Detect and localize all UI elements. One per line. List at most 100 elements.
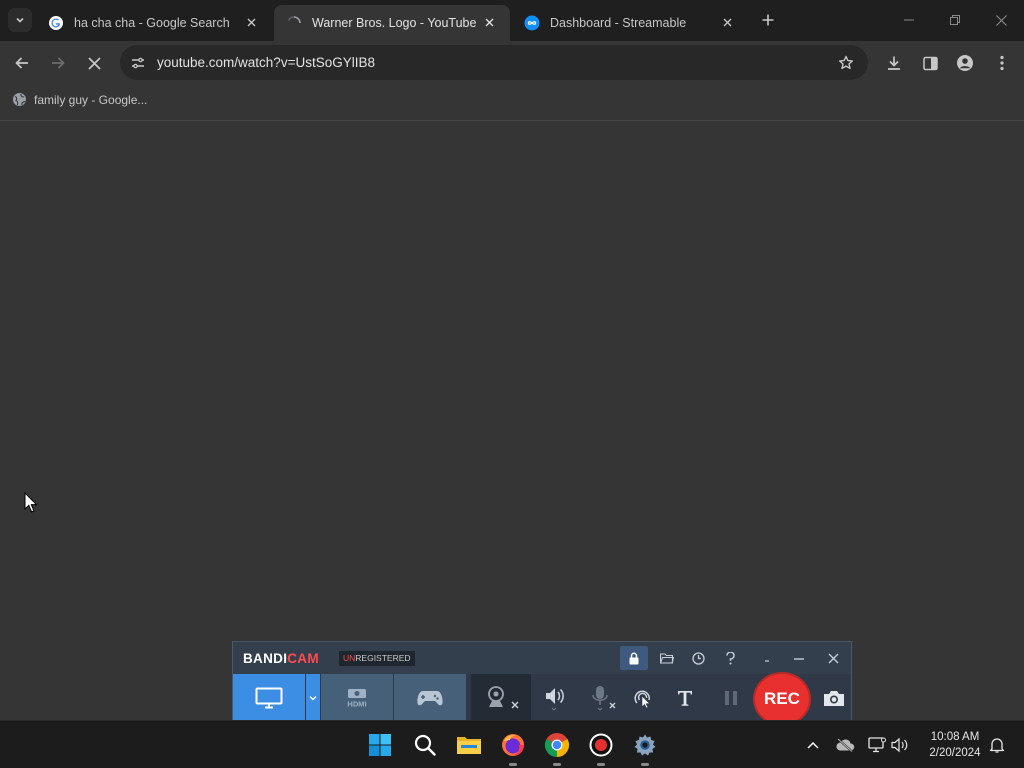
- tab-google-search[interactable]: ha cha cha - Google Search: [40, 5, 272, 41]
- page-content-area: [0, 122, 1024, 720]
- tab-streamable[interactable]: Dashboard - Streamable: [512, 5, 748, 41]
- network-tray-button[interactable]: [865, 733, 889, 757]
- taskbar-settings[interactable]: [629, 729, 661, 766]
- more-vertical-icon: [1000, 55, 1004, 71]
- bandicam-minimize-button[interactable]: [785, 646, 813, 670]
- download-icon: [888, 56, 900, 70]
- text-overlay-button[interactable]: [669, 674, 701, 721]
- taskbar-bandicam[interactable]: [585, 729, 617, 766]
- address-bar[interactable]: youtube.com/watch?v=UstSoGYlIB8: [120, 45, 868, 80]
- open-folder-button[interactable]: [653, 646, 681, 670]
- bookmark-star-icon[interactable]: [836, 53, 856, 73]
- minimize-icon: [794, 658, 804, 660]
- profile-icon: [957, 55, 973, 71]
- taskbar-firefox[interactable]: [497, 729, 529, 766]
- record-button[interactable]: REC: [753, 672, 811, 726]
- site-info-icon[interactable]: [129, 54, 147, 72]
- bandicam-logo: BANDICAM: [243, 651, 319, 666]
- taskbar-search-button[interactable]: [409, 729, 441, 761]
- close-icon: [247, 18, 255, 26]
- windows-taskbar: 10:08 AM 2/20/2024: [0, 720, 1024, 768]
- side-panel-button[interactable]: [916, 49, 944, 77]
- close-icon: [87, 56, 101, 70]
- bookmark-item[interactable]: family guy - Google...: [12, 92, 147, 107]
- bookmarks-bar: family guy - Google...: [0, 85, 1024, 121]
- taskbar-file-explorer[interactable]: [453, 729, 485, 761]
- firefox-icon: [502, 734, 524, 756]
- new-tab-button[interactable]: [757, 9, 779, 31]
- bandicam-title-bar[interactable]: BANDICAM UNREGISTERED: [233, 642, 851, 674]
- game-record-mode-button[interactable]: [394, 674, 466, 721]
- navigation-toolbar: youtube.com/watch?v=UstSoGYlIB8: [0, 41, 1024, 85]
- dash-small-icon: [765, 660, 769, 662]
- help-button[interactable]: [716, 646, 744, 670]
- screenshot-button[interactable]: [817, 674, 851, 721]
- tab-close-button[interactable]: [480, 13, 498, 31]
- bandicam-record-icon: [589, 733, 613, 757]
- start-button[interactable]: [364, 729, 396, 761]
- help-icon: [725, 651, 735, 664]
- stop-loading-button[interactable]: [80, 49, 108, 77]
- mouse-effects-button[interactable]: [625, 674, 661, 721]
- chrome-icon: [544, 733, 570, 757]
- microphone-off-icon: [592, 685, 616, 711]
- webcam-toggle-button[interactable]: [471, 674, 531, 721]
- microphone-toggle-button[interactable]: [577, 674, 621, 721]
- url-text: youtube.com/watch?v=UstSoGYlIB8: [157, 55, 375, 70]
- volume-icon: [891, 737, 908, 753]
- system-clock[interactable]: 10:08 AM 2/20/2024: [920, 729, 990, 761]
- cursor-click-icon: [634, 690, 651, 708]
- pause-button[interactable]: [713, 674, 749, 721]
- plus-icon: [762, 14, 774, 26]
- profile-button[interactable]: [951, 49, 979, 77]
- tab-close-button[interactable]: [242, 13, 260, 31]
- device-record-mode-button[interactable]: HDMI: [321, 674, 393, 721]
- taskbar-chrome[interactable]: [541, 729, 573, 766]
- downloads-button[interactable]: [880, 49, 908, 77]
- back-button[interactable]: [8, 49, 36, 77]
- clock-icon: [691, 651, 705, 665]
- tab-youtube[interactable]: Warner Bros. Logo - YouTube: [274, 5, 510, 41]
- menu-button[interactable]: [988, 49, 1016, 77]
- show-hidden-icons-button[interactable]: [801, 733, 825, 757]
- bandicam-controls: HDMI REC: [233, 672, 851, 726]
- search-icon: [414, 734, 436, 756]
- speaker-toggle-button[interactable]: [537, 674, 573, 721]
- record-label: REC: [764, 689, 800, 708]
- chevron-up-icon: [807, 741, 819, 749]
- google-icon: [48, 15, 64, 31]
- monitor-icon: [255, 687, 283, 708]
- chevron-down-icon: [16, 17, 24, 23]
- unregistered-badge: UNREGISTERED: [339, 651, 415, 666]
- arrow-left-icon: [15, 57, 28, 69]
- tab-search-button[interactable]: [8, 8, 32, 32]
- timer-button[interactable]: [684, 646, 712, 670]
- globe-icon: [13, 93, 26, 106]
- onedrive-tray-button[interactable]: [833, 733, 857, 757]
- tab-title: Warner Bros. Logo - YouTube: [312, 16, 477, 30]
- collapse-button[interactable]: [753, 646, 781, 670]
- screen-record-mode-button[interactable]: [233, 674, 305, 721]
- forward-button[interactable]: [44, 49, 72, 77]
- mouse-cursor-icon: [24, 492, 38, 513]
- cloud-off-icon: [836, 738, 855, 752]
- file-explorer-icon: [457, 737, 481, 754]
- close-icon: [828, 653, 838, 663]
- screen-mode-dropdown[interactable]: [306, 674, 320, 721]
- minimize-icon: [904, 19, 914, 21]
- window-restore-button[interactable]: [932, 0, 978, 40]
- tab-close-button[interactable]: [718, 13, 736, 31]
- speaker-icon: [546, 687, 564, 711]
- close-icon: [723, 18, 731, 26]
- bandicam-close-button[interactable]: [819, 646, 847, 670]
- volume-tray-button[interactable]: [888, 733, 912, 757]
- pause-icon: [725, 690, 737, 705]
- webcam-off-icon: [488, 685, 519, 708]
- lock-button[interactable]: [620, 646, 648, 670]
- network-icon: [868, 737, 886, 753]
- windows-start-icon: [369, 734, 391, 756]
- window-minimize-button[interactable]: [886, 0, 932, 40]
- notifications-button[interactable]: [985, 733, 1009, 757]
- window-close-button[interactable]: [978, 0, 1024, 40]
- bookmark-label: family guy - Google...: [34, 92, 148, 107]
